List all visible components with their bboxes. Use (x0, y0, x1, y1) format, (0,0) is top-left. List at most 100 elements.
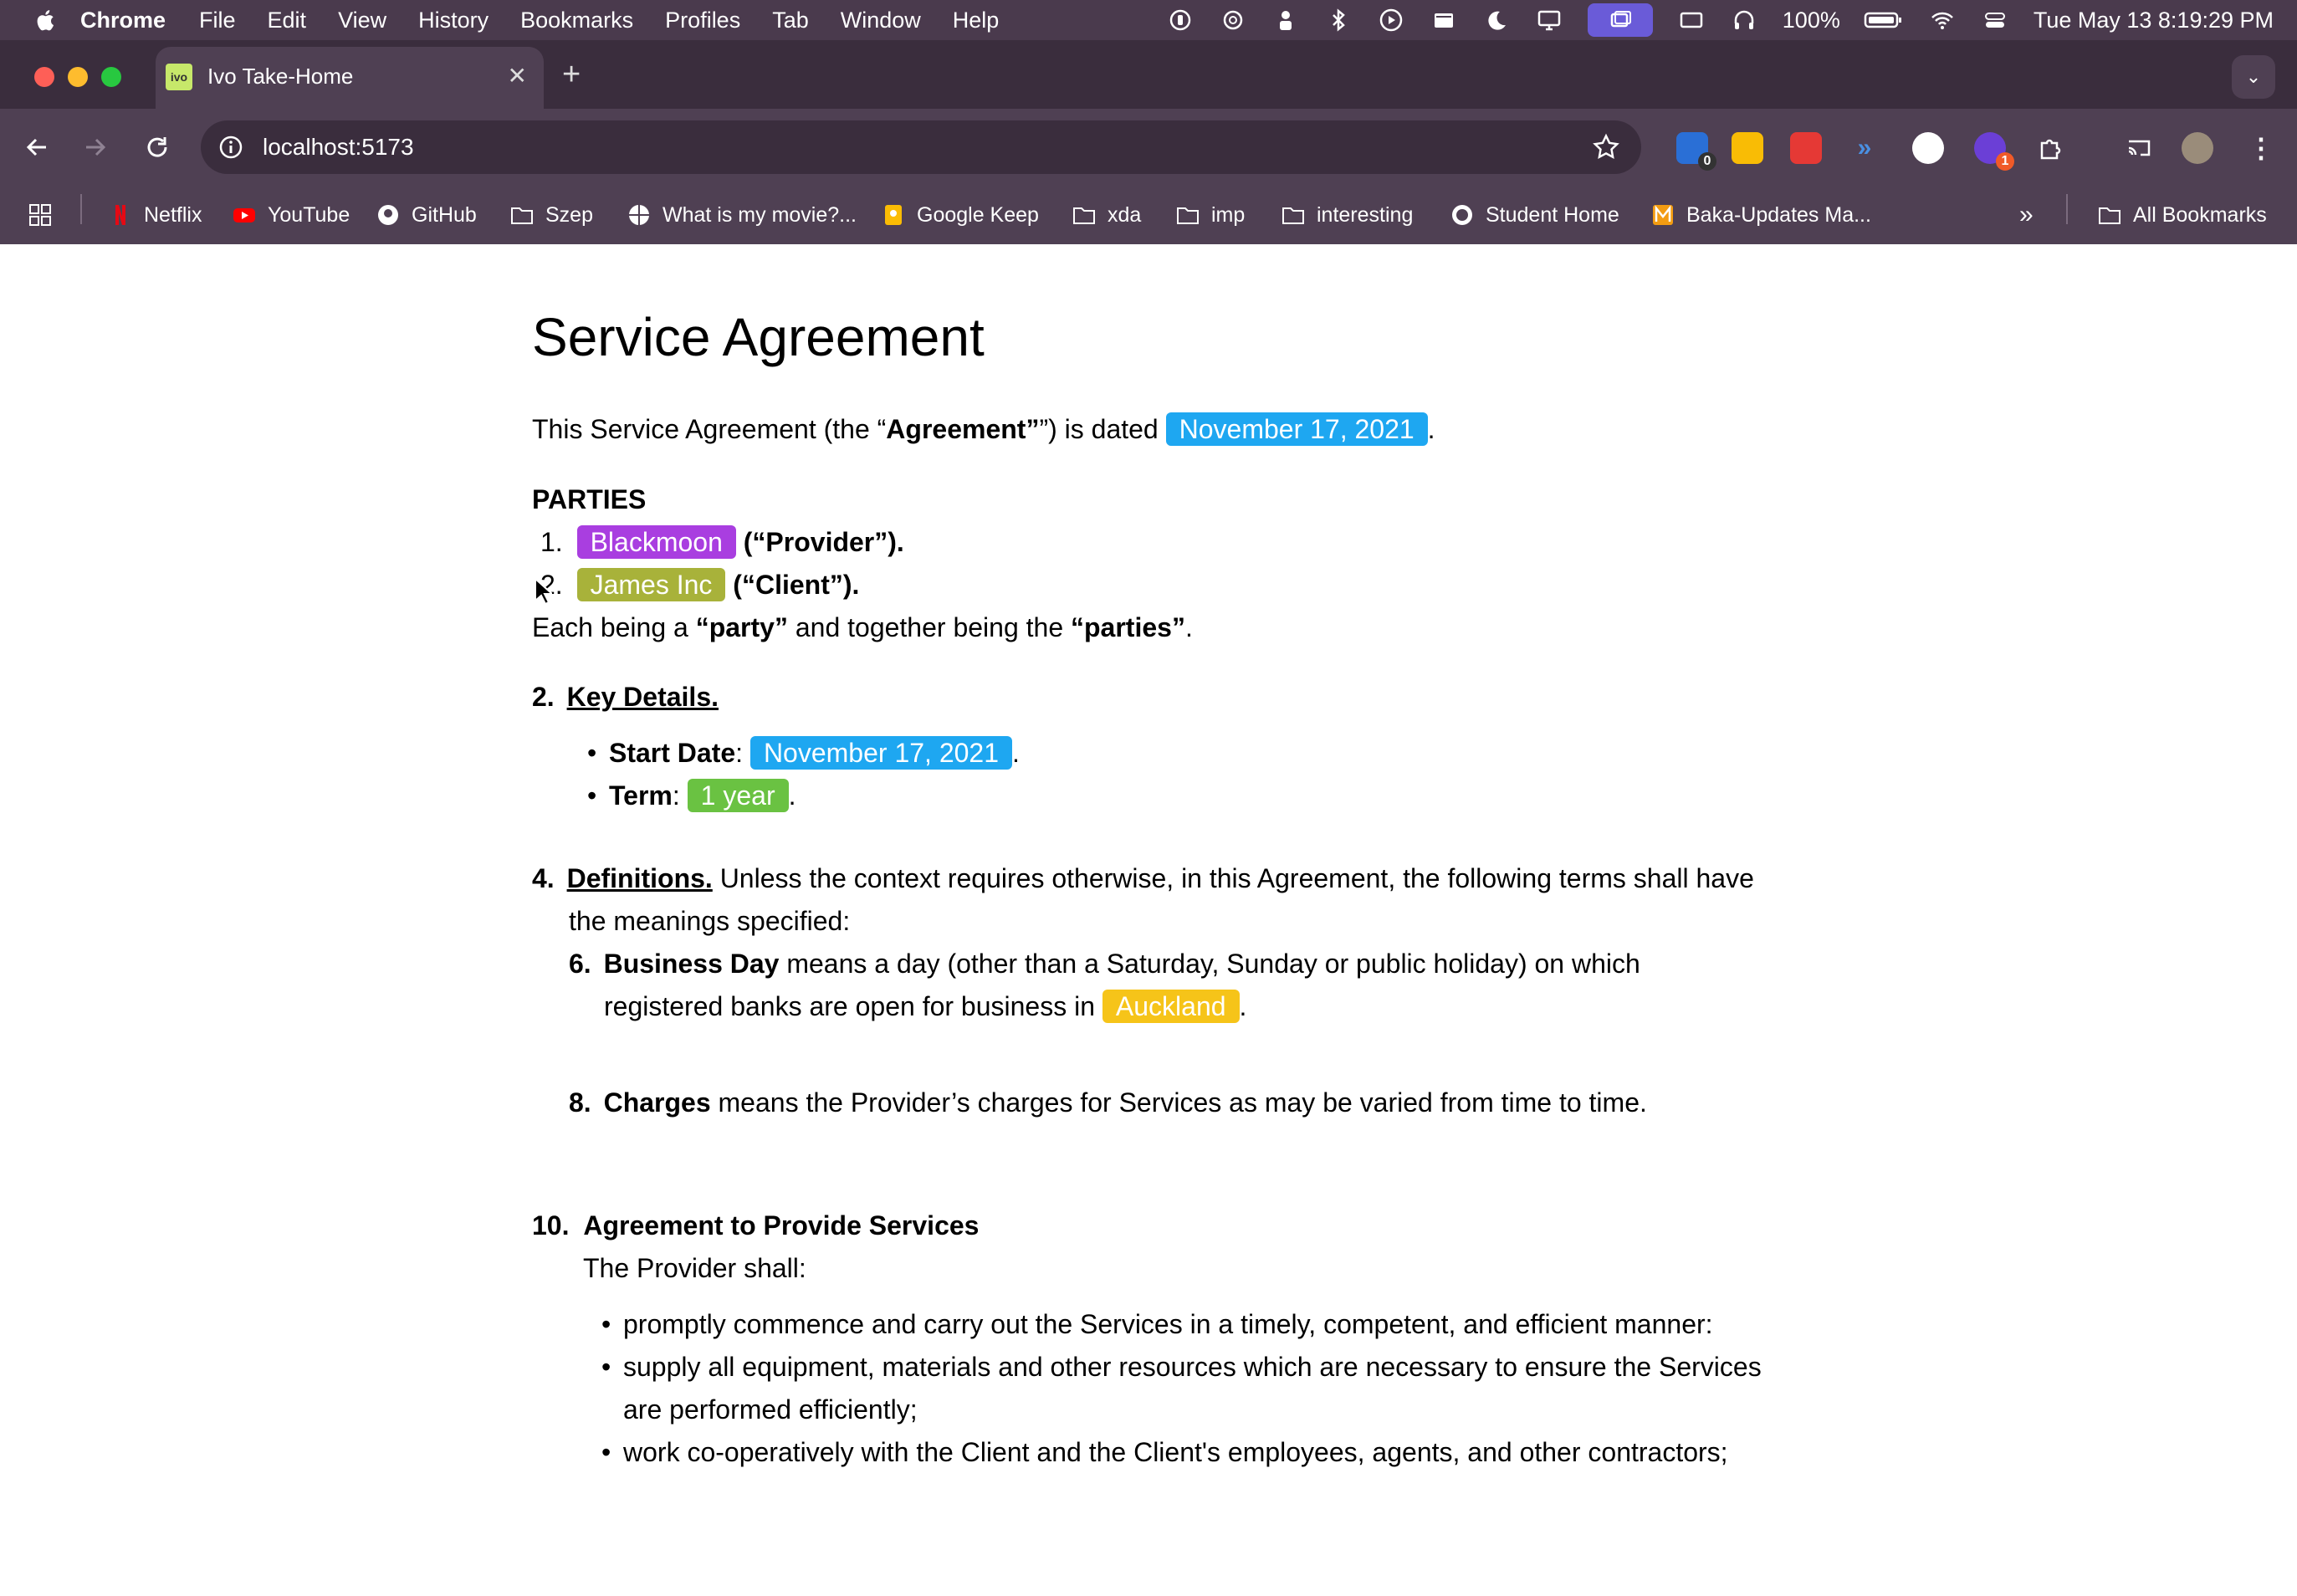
folder-icon (1072, 203, 1096, 227)
address-bar[interactable]: localhost:5173 (201, 120, 1641, 174)
more-bookmarks-chevron-icon[interactable]: » (2019, 196, 2034, 234)
services-item-1: promptly commence and carry out the Serv… (601, 1303, 1713, 1346)
wifi-icon[interactable] (1928, 6, 1957, 34)
cast-icon[interactable] (2123, 132, 2155, 164)
new-tab-plus-icon[interactable]: + (562, 57, 581, 93)
menu-profiles[interactable]: Profiles (665, 8, 740, 33)
globe-icon (627, 203, 651, 227)
bookmark-google-keep[interactable]: Google Keep (882, 196, 1039, 234)
extension-blue-icon[interactable]: 0 (1676, 132, 1716, 171)
window-close-button[interactable] (34, 67, 54, 87)
menu-window[interactable]: Window (841, 8, 921, 33)
menu-help[interactable]: Help (953, 8, 1000, 33)
client-name-tag[interactable]: James Inc (576, 568, 726, 601)
bookmark-baka-updates[interactable]: Baka-Updates Ma... (1651, 196, 1871, 234)
bookmarks-divider (2066, 194, 2068, 224)
mouse-pointer-icon (535, 577, 552, 606)
chatgpt-icon[interactable] (1219, 6, 1247, 34)
apps-grid-icon[interactable] (28, 196, 64, 234)
battery-icon[interactable] (1864, 6, 1904, 34)
section-number: 4. (532, 863, 555, 893)
bookmark-label: Baka-Updates Ma... (1686, 202, 1871, 227)
audio-wave-extension-icon[interactable]: » (1849, 132, 1880, 164)
provider-name-tag[interactable]: Blackmoon (576, 525, 736, 559)
headphones-icon[interactable] (1730, 6, 1758, 34)
window-minimize-button[interactable] (68, 67, 88, 87)
bookmark-star-icon[interactable] (1591, 132, 1621, 162)
menu-edit[interactable]: Edit (268, 8, 307, 33)
bookmark-youtube[interactable]: YouTube (233, 196, 350, 234)
clapper-icon[interactable] (1430, 6, 1458, 34)
section-title: Agreement to Provide Services (583, 1210, 980, 1240)
extensions-puzzle-icon[interactable] (2034, 132, 2066, 164)
purple-extension-icon[interactable]: 1 (1974, 132, 2014, 171)
start-date-tag[interactable]: November 17, 2021 (749, 736, 1012, 770)
definition-business-day: 6. Business Day means a day (other than … (569, 943, 1640, 985)
bookmark-student-home[interactable]: Student Home (1450, 196, 1619, 234)
tab-search-chevron-icon[interactable]: ⌄ (2232, 55, 2275, 99)
section-number: 2. (532, 682, 555, 712)
tab-close-icon[interactable]: ✕ (508, 62, 527, 90)
profile-avatar[interactable] (2182, 132, 2213, 164)
bookmark-netflix[interactable]: Netflix (109, 196, 202, 234)
menu-view[interactable]: View (338, 8, 386, 33)
bookmark-github[interactable]: GitHub (376, 196, 477, 234)
apple-icon[interactable] (33, 8, 55, 33)
display-icon[interactable] (1535, 6, 1563, 34)
baka-updates-icon (1651, 203, 1675, 227)
browser-toolbar: localhost:5173 0 » 1 ⋮ (0, 109, 2297, 186)
party-1-row: 1. Blackmoon (“Provider”). (540, 521, 904, 564)
party-1-number: 1. (540, 527, 563, 557)
location-tag[interactable]: Auckland (1102, 990, 1240, 1023)
bookmark-folder-szep[interactable]: Szep (510, 196, 593, 234)
bluetooth-icon[interactable] (1324, 6, 1353, 34)
chrome-menu-kebab-icon[interactable]: ⋮ (2245, 132, 2277, 164)
bookmark-what-is-my-movie[interactable]: What is my movie?... (627, 196, 857, 234)
person-lock-icon[interactable] (1271, 6, 1300, 34)
agreement-date-tag[interactable]: November 17, 2021 (1165, 412, 1428, 446)
menu-app-chrome[interactable]: Chrome (80, 8, 166, 33)
menu-history[interactable]: History (418, 8, 489, 33)
password-icon[interactable] (1166, 6, 1195, 34)
menu-bookmarks[interactable]: Bookmarks (520, 8, 633, 33)
services-item-3: work co-operatively with the Client and … (601, 1431, 1728, 1474)
all-bookmarks-folder[interactable]: All Bookmarks (2098, 196, 2267, 234)
bookmark-folder-imp[interactable]: imp (1176, 196, 1245, 234)
github-icon (376, 203, 400, 227)
moon-icon[interactable] (1482, 6, 1511, 34)
password-manager-extension-icon[interactable] (1912, 132, 1944, 164)
menu-tab[interactable]: Tab (772, 8, 809, 33)
reload-icon[interactable] (139, 129, 176, 166)
section-10-intro: The Provider shall: (583, 1253, 806, 1283)
term-label: Term (609, 780, 673, 811)
control-center-icon[interactable] (1981, 6, 2009, 34)
definition-number: 6. (569, 949, 591, 979)
screen-mirroring-icon[interactable] (1587, 3, 1653, 37)
bookmark-folder-xda[interactable]: xda (1072, 196, 1141, 234)
section-title: Key Details. (566, 682, 719, 712)
folder-icon (2098, 203, 2121, 227)
url-text[interactable]: localhost:5173 (263, 134, 414, 161)
site-info-icon[interactable] (217, 134, 244, 161)
clock[interactable]: Tue May 13 8:19:29 PM (2034, 8, 2274, 33)
tab-ivo-take-home[interactable]: ivo Ivo Take-Home ✕ (156, 47, 544, 109)
intro-line: This Service Agreement (the “Agreement””… (532, 412, 1435, 446)
bookmark-label: interesting (1317, 202, 1414, 227)
google-keep-extension-icon[interactable] (1732, 132, 1763, 164)
bookmark-label: YouTube (268, 202, 350, 227)
back-arrow-icon[interactable] (18, 129, 55, 166)
window-zoom-button[interactable] (101, 67, 121, 87)
unsw-icon (1450, 203, 1474, 227)
red-extension-icon[interactable] (1790, 132, 1822, 164)
netflix-icon (109, 203, 132, 227)
bookmark-folder-interesting[interactable]: interesting (1282, 196, 1413, 234)
agreement-term: Agreement (886, 414, 1026, 444)
bookmark-label: xda (1108, 202, 1142, 227)
term-tag[interactable]: 1 year (687, 779, 789, 812)
play-icon[interactable] (1377, 6, 1405, 34)
bookmark-label: GitHub (412, 202, 477, 227)
forward-arrow-icon[interactable] (77, 129, 114, 166)
youtube-icon (233, 203, 256, 227)
keyboard-icon[interactable] (1677, 6, 1706, 34)
menu-file[interactable]: File (199, 8, 236, 33)
